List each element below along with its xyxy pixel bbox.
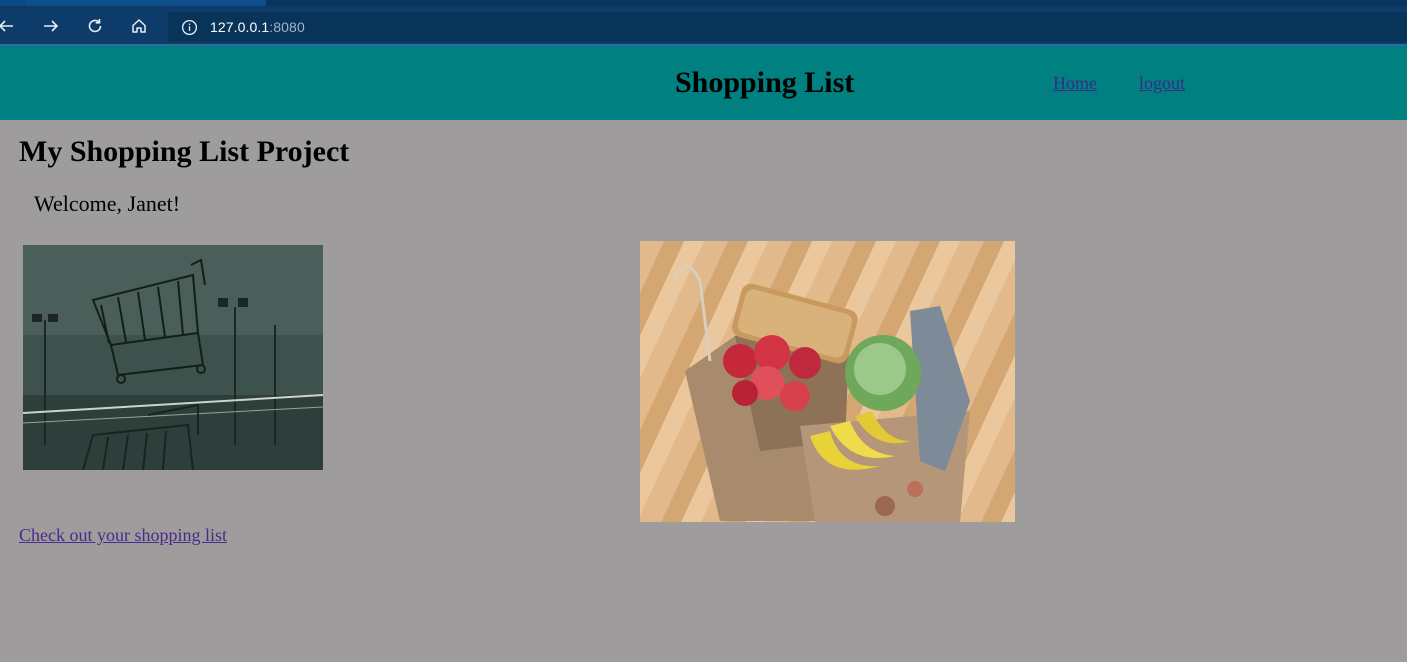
reload-button[interactable] [81,12,109,40]
welcome-message: Welcome, Janet! [34,191,181,216]
home-icon [132,19,146,33]
nav-home-link[interactable]: Home [1053,73,1097,94]
reload-icon [88,19,102,33]
site-title: Shopping List [675,66,855,99]
url-host: 127.0.0.1 [210,19,270,35]
back-button[interactable] [0,12,20,40]
browser-toolbar: 127.0.0.1:8080 [0,8,1407,45]
grocery-bags-illustration [673,264,970,522]
back-icon [0,20,13,32]
tab-bar-segment [26,0,266,6]
url-text[interactable]: 127.0.0.1:8080 [210,19,305,35]
forward-button[interactable] [37,12,65,40]
grocery-bags-image [640,241,1015,522]
tab-strip [0,0,1407,8]
page-heading: My Shopping List Project [19,135,350,168]
info-icon[interactable] [180,18,198,36]
forward-icon [44,20,59,32]
shopping-list-link[interactable]: Check out your shopping list [19,525,227,546]
active-tab[interactable] [0,0,26,6]
shopping-cart-illustration [23,245,323,470]
shopping-cart-image [23,245,323,470]
url-port: :8080 [269,19,305,35]
nav-logout-link[interactable]: logout [1139,73,1185,94]
home-button[interactable] [125,12,153,40]
tab-bar-empty [266,0,1407,6]
site-header: Shopping List Home logout [0,46,1407,120]
address-bar[interactable]: 127.0.0.1:8080 [168,12,1407,42]
